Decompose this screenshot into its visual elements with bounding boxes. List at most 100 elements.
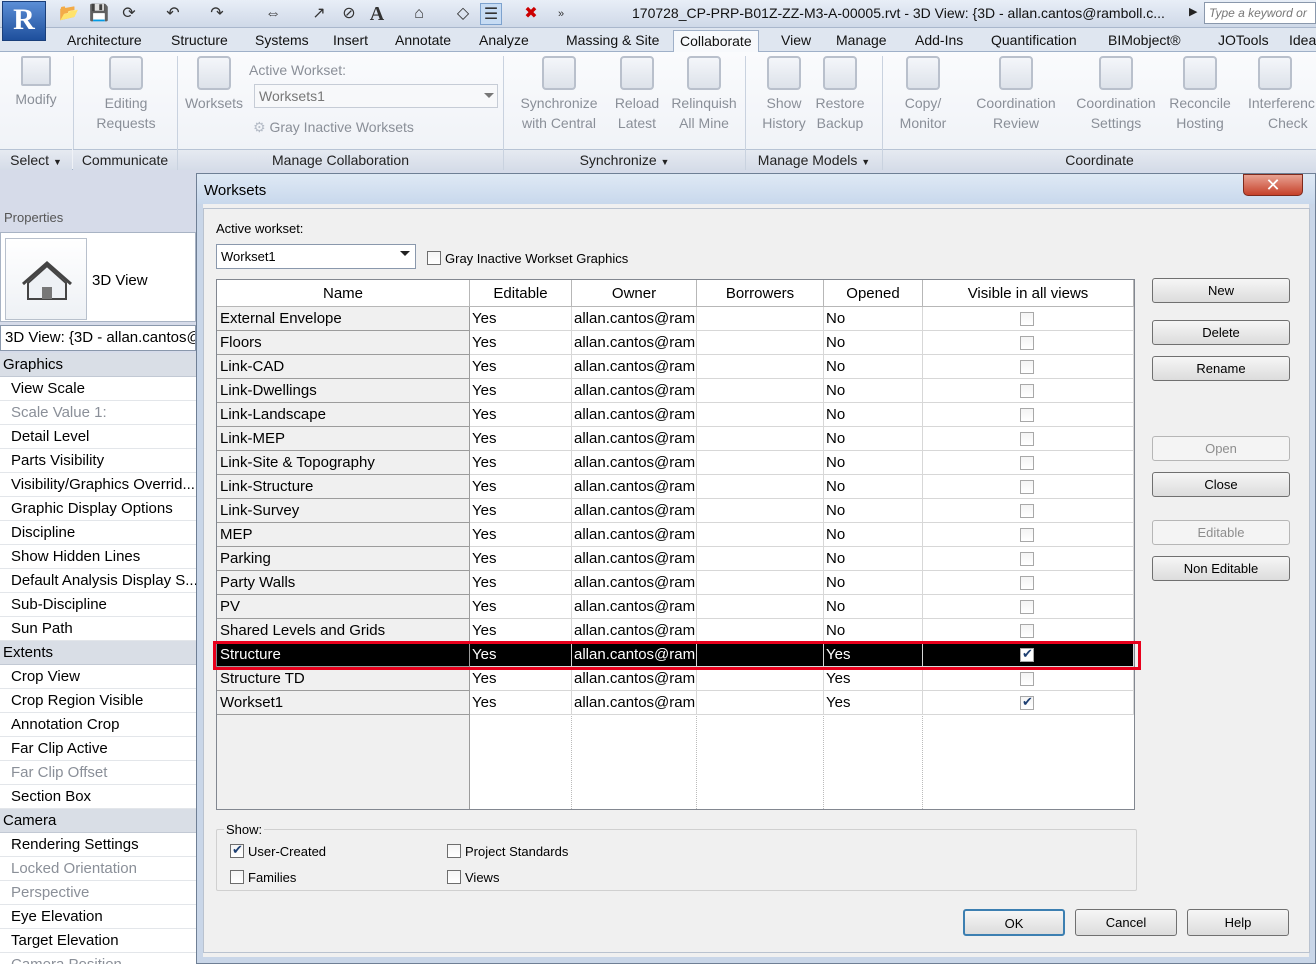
property-category[interactable]: Graphics: [0, 353, 196, 377]
property-row[interactable]: Camera Position: [0, 953, 196, 964]
workset-opened-cell[interactable]: Yes: [824, 691, 923, 715]
workset-borrowers-cell[interactable]: [697, 475, 824, 499]
editable-button[interactable]: Editable: [1152, 520, 1290, 545]
editing-requests-button[interactable]: Editing Requests: [84, 56, 168, 133]
workset-opened-cell[interactable]: No: [824, 595, 923, 619]
close-icon[interactable]: ✕: [1243, 174, 1303, 196]
tab-jotools[interactable]: JOTools: [1212, 30, 1275, 52]
show-history-button[interactable]: Show History: [756, 56, 812, 133]
property-row[interactable]: Annotation Crop: [0, 713, 196, 737]
workset-editable-cell[interactable]: Yes: [470, 667, 572, 691]
workset-owner-cell[interactable]: allan.cantos@ram: [572, 691, 697, 715]
save-icon[interactable]: 💾: [88, 3, 110, 25]
section-icon[interactable]: ◇: [452, 3, 474, 25]
property-row[interactable]: Section Box: [0, 785, 196, 809]
workset-name[interactable]: Link-Dwellings: [217, 379, 470, 403]
column-header[interactable]: Editable: [470, 280, 572, 307]
reconcile-hosting-button[interactable]: Reconcile Hosting: [1166, 56, 1234, 133]
workset-name[interactable]: Link-CAD: [217, 355, 470, 379]
workset-borrowers-cell[interactable]: [697, 595, 824, 619]
views-checkbox[interactable]: [447, 870, 461, 884]
tab-manage[interactable]: Manage: [830, 30, 893, 52]
restore-backup-button[interactable]: Restore Backup: [812, 56, 868, 133]
workset-opened-cell[interactable]: No: [824, 475, 923, 499]
property-row[interactable]: Crop Region Visible: [0, 689, 196, 713]
workset-owner-cell[interactable]: allan.cantos@ram: [572, 547, 697, 571]
workset-name[interactable]: Link-Survey: [217, 499, 470, 523]
worksets-button[interactable]: Worksets: [182, 56, 246, 113]
visible-in-all-views-checkbox[interactable]: [1020, 624, 1034, 638]
new-button[interactable]: New: [1152, 278, 1290, 303]
visible-in-all-views-checkbox[interactable]: [1020, 408, 1034, 422]
text-icon[interactable]: A: [366, 3, 388, 25]
undo-icon[interactable]: ↶: [162, 3, 184, 25]
ok-button[interactable]: OK: [963, 909, 1065, 936]
workset-opened-cell[interactable]: No: [824, 499, 923, 523]
workset-opened-cell[interactable]: No: [824, 379, 923, 403]
visible-in-all-views-checkbox[interactable]: [1020, 432, 1034, 446]
column-header[interactable]: Opened: [824, 280, 923, 307]
property-row[interactable]: Far Clip Active: [0, 737, 196, 761]
workset-editable-cell[interactable]: Yes: [470, 307, 572, 331]
property-row[interactable]: Eye Elevation: [0, 905, 196, 929]
workset-owner-cell[interactable]: allan.cantos@ram: [572, 571, 697, 595]
visible-in-all-views-checkbox[interactable]: [1020, 360, 1034, 374]
tab-collaborate[interactable]: Collaborate: [673, 30, 759, 52]
coordination-settings-button[interactable]: Coordination Settings: [1068, 56, 1164, 133]
workset-opened-cell[interactable]: No: [824, 523, 923, 547]
property-row[interactable]: Show Hidden Lines: [0, 545, 196, 569]
gray-inactive-checkbox[interactable]: [427, 251, 441, 265]
workset-opened-cell[interactable]: Yes: [824, 667, 923, 691]
property-row[interactable]: Parts Visibility: [0, 449, 196, 473]
tab-idea[interactable]: Idea: [1283, 30, 1316, 52]
property-category[interactable]: Extents: [0, 641, 196, 665]
property-row[interactable]: Graphic Display Options: [0, 497, 196, 521]
workset-opened-cell[interactable]: No: [824, 427, 923, 451]
tab-massing-site[interactable]: Massing & Site: [560, 30, 665, 52]
manage-models-panel[interactable]: Manage Models ▼: [746, 149, 882, 170]
property-row[interactable]: Visibility/Graphics Overrid...: [0, 473, 196, 497]
visible-in-all-views-checkbox[interactable]: [1020, 600, 1034, 614]
user-created-checkbox[interactable]: [230, 842, 244, 858]
sync-icon[interactable]: ⟳: [118, 3, 140, 25]
workset-borrowers-cell[interactable]: [697, 547, 824, 571]
workset-editable-cell[interactable]: Yes: [470, 571, 572, 595]
column-header[interactable]: Owner: [572, 280, 697, 307]
property-row[interactable]: View Scale: [0, 377, 196, 401]
workset-editable-cell[interactable]: Yes: [470, 403, 572, 427]
workset-borrowers-cell[interactable]: [697, 379, 824, 403]
workset-owner-cell[interactable]: allan.cantos@ram: [572, 499, 697, 523]
modify-button[interactable]: Modify: [6, 56, 66, 109]
select-panel[interactable]: Select ▼: [0, 149, 72, 170]
column-header[interactable]: Name: [217, 280, 470, 307]
interference-check-button[interactable]: Interferenc Check: [1246, 56, 1316, 133]
workset-name[interactable]: PV: [217, 595, 470, 619]
workset-borrowers-cell[interactable]: [697, 427, 824, 451]
column-header[interactable]: Visible in all views: [923, 280, 1134, 307]
synchronize-panel[interactable]: Synchronize ▼: [504, 149, 745, 170]
workset-borrowers-cell[interactable]: [697, 331, 824, 355]
close-hidden-icon[interactable]: ✖: [520, 3, 542, 25]
workset-name[interactable]: Structure TD: [217, 667, 470, 691]
property-row[interactable]: Locked Orientation: [0, 857, 196, 881]
overflow-icon[interactable]: »: [550, 3, 572, 25]
project-standards-checkbox[interactable]: [447, 844, 461, 858]
visible-in-all-views-checkbox[interactable]: [1020, 504, 1034, 518]
column-header[interactable]: Borrowers: [697, 280, 824, 307]
workset-name[interactable]: Parking: [217, 547, 470, 571]
relinquish-all-mine-button[interactable]: Relinquish All Mine: [668, 56, 740, 133]
property-row[interactable]: Default Analysis Display S...: [0, 569, 196, 593]
workset-borrowers-cell[interactable]: [697, 451, 824, 475]
search-input[interactable]: Type a keyword or: [1204, 2, 1316, 24]
workset-borrowers-cell[interactable]: [697, 499, 824, 523]
visible-in-all-views-checkbox[interactable]: [1020, 528, 1034, 542]
workset-name[interactable]: Shared Levels and Grids: [217, 619, 470, 643]
workset-owner-cell[interactable]: allan.cantos@ram: [572, 355, 697, 379]
instance-selector-dropdown[interactable]: 3D View: {3D - allan.cantos@: [0, 325, 196, 351]
tab-quantification[interactable]: Quantification: [985, 30, 1083, 52]
property-row[interactable]: Sun Path: [0, 617, 196, 641]
property-row[interactable]: Rendering Settings: [0, 833, 196, 857]
families-checkbox[interactable]: [230, 870, 244, 884]
property-row[interactable]: Target Elevation: [0, 929, 196, 953]
workset-opened-cell[interactable]: No: [824, 331, 923, 355]
